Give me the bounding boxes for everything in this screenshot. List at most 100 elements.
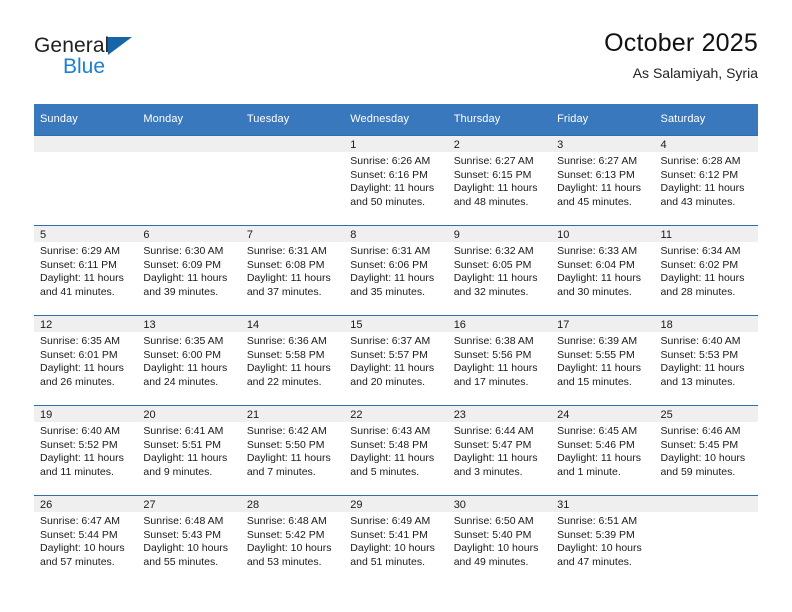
day-detail-daylight1: Daylight: 11 hours xyxy=(453,452,538,465)
calendar-day-cell: 17 Sunrise: 6:39 AM Sunset: 5:55 PM Dayligh… xyxy=(551,315,655,406)
day-details: Sunrise: 6:31 AM Sunset: 6:06 PM Daylight:… xyxy=(344,242,447,299)
day-cell[interactable]: 18 Sunrise: 6:40 AM Sunset: 5:53 PM Dayligh… xyxy=(654,316,758,405)
day-detail-daylight1: Daylight: 11 hours xyxy=(350,182,435,195)
day-detail-sunrise: Sunrise: 6:48 AM xyxy=(246,515,327,527)
day-detail-daylight1: Daylight: 11 hours xyxy=(557,452,641,465)
day-details: Sunrise: 6:51 AM Sunset: 5:39 PM Daylight:… xyxy=(551,512,654,569)
day-detail-sunset: Sunset: 6:11 PM xyxy=(40,258,117,271)
day-cell[interactable]: 14 Sunrise: 6:36 AM Sunset: 5:58 PM Dayligh… xyxy=(240,316,345,405)
day-cell[interactable]: 27 Sunrise: 6:48 AM Sunset: 5:43 PM Dayligh… xyxy=(137,496,241,585)
day-cell[interactable]: 1 Sunrise: 6:26 AM Sunset: 6:16 PM Daylight… xyxy=(344,136,448,225)
day-detail-sunset: Sunset: 5:52 PM xyxy=(40,438,118,451)
day-detail-sunrise: Sunrise: 6:46 AM xyxy=(660,425,741,437)
day-detail-daylight1: Daylight: 10 hours xyxy=(40,542,125,555)
calendar-day-cell: 8 Sunrise: 6:31 AM Sunset: 6:06 PM Daylight… xyxy=(344,225,448,316)
day-cell[interactable]: 6 Sunrise: 6:30 AM Sunset: 6:09 PM Daylight… xyxy=(137,226,241,315)
day-cell[interactable]: 11 Sunrise: 6:34 AM Sunset: 6:02 PM Dayligh… xyxy=(654,226,758,315)
calendar-day-cell: 6 Sunrise: 6:30 AM Sunset: 6:09 PM Daylight… xyxy=(137,225,241,316)
day-cell[interactable]: 5 Sunrise: 6:29 AM Sunset: 6:11 PM Daylight… xyxy=(34,226,138,315)
day-number: 10 xyxy=(551,226,655,242)
day-detail-daylight1: Daylight: 11 hours xyxy=(143,362,228,375)
day-detail-sunrise: Sunrise: 6:37 AM xyxy=(350,335,431,347)
calendar-day-cell: 30 Sunrise: 6:50 AM Sunset: 5:40 PM Dayligh… xyxy=(447,495,552,585)
calendar-week-row: 26 Sunrise: 6:47 AM Sunset: 5:44 PM Dayligh… xyxy=(34,495,758,585)
day-detail-daylight2: and 7 minutes. xyxy=(246,465,316,478)
day-cell[interactable]: 31 Sunrise: 6:51 AM Sunset: 5:39 PM Dayligh… xyxy=(551,496,655,585)
day-details: Sunrise: 6:29 AM Sunset: 6:11 PM Daylight:… xyxy=(34,242,137,299)
calendar-day-cell xyxy=(137,135,241,226)
calendar-day-cell: 12 Sunrise: 6:35 AM Sunset: 6:01 PM Dayligh… xyxy=(34,315,138,406)
day-detail-sunset: Sunset: 6:05 PM xyxy=(453,258,532,271)
day-cell[interactable]: 30 Sunrise: 6:50 AM Sunset: 5:40 PM Dayligh… xyxy=(447,496,552,585)
day-detail-daylight1: Daylight: 11 hours xyxy=(40,272,124,285)
day-cell[interactable]: 3 Sunrise: 6:27 AM Sunset: 6:13 PM Daylight… xyxy=(551,136,655,225)
day-number: 3 xyxy=(551,136,655,152)
day-number: 14 xyxy=(240,316,345,332)
day-detail-sunset: Sunset: 5:51 PM xyxy=(143,438,222,451)
day-number: 1 xyxy=(344,136,448,152)
day-cell[interactable]: 24 Sunrise: 6:45 AM Sunset: 5:46 PM Dayligh… xyxy=(551,406,655,495)
day-number: 20 xyxy=(137,406,241,422)
day-detail-sunrise: Sunrise: 6:40 AM xyxy=(40,425,120,437)
day-detail-sunrise: Sunrise: 6:36 AM xyxy=(246,335,327,347)
day-number: 17 xyxy=(551,316,655,332)
day-cell[interactable]: 12 Sunrise: 6:35 AM Sunset: 6:01 PM Dayligh… xyxy=(34,316,138,405)
day-detail-daylight1: Daylight: 11 hours xyxy=(660,272,745,285)
day-cell[interactable]: 23 Sunrise: 6:44 AM Sunset: 5:47 PM Dayligh… xyxy=(447,406,552,495)
day-cell[interactable]: 17 Sunrise: 6:39 AM Sunset: 5:55 PM Dayligh… xyxy=(551,316,655,405)
day-detail-sunset: Sunset: 5:56 PM xyxy=(453,348,532,361)
day-cell[interactable]: 4 Sunrise: 6:28 AM Sunset: 6:12 PM Daylight… xyxy=(654,136,758,225)
day-number: 15 xyxy=(344,316,448,332)
weekday-header-tuesday: Tuesday xyxy=(240,104,345,136)
day-cell[interactable]: 28 Sunrise: 6:48 AM Sunset: 5:42 PM Dayligh… xyxy=(240,496,345,585)
day-detail-sunset: Sunset: 6:04 PM xyxy=(557,258,635,271)
day-detail-daylight2: and 30 minutes. xyxy=(557,285,632,298)
day-cell[interactable]: 21 Sunrise: 6:42 AM Sunset: 5:50 PM Dayligh… xyxy=(240,406,345,495)
day-cell[interactable]: 29 Sunrise: 6:49 AM Sunset: 5:41 PM Dayligh… xyxy=(344,496,448,585)
day-cell[interactable]: 9 Sunrise: 6:32 AM Sunset: 6:05 PM Daylight… xyxy=(447,226,552,315)
day-detail-sunset: Sunset: 6:15 PM xyxy=(453,168,532,181)
day-number: 23 xyxy=(447,406,552,422)
day-cell[interactable]: 15 Sunrise: 6:37 AM Sunset: 5:57 PM Dayligh… xyxy=(344,316,448,405)
day-details: Sunrise: 6:27 AM Sunset: 6:13 PM Daylight:… xyxy=(551,152,654,209)
day-cell[interactable]: 20 Sunrise: 6:41 AM Sunset: 5:51 PM Dayligh… xyxy=(137,406,241,495)
weekday-header-friday: Friday xyxy=(551,104,655,136)
calendar-day-cell: 4 Sunrise: 6:28 AM Sunset: 6:12 PM Daylight… xyxy=(654,135,758,226)
day-detail-sunset: Sunset: 6:02 PM xyxy=(660,258,739,271)
day-cell[interactable]: 16 Sunrise: 6:38 AM Sunset: 5:56 PM Dayligh… xyxy=(447,316,552,405)
day-detail-sunset: Sunset: 5:48 PM xyxy=(350,438,428,451)
day-cell[interactable]: 10 Sunrise: 6:33 AM Sunset: 6:04 PM Dayligh… xyxy=(551,226,655,315)
day-details: Sunrise: 6:36 AM Sunset: 5:58 PM Daylight:… xyxy=(241,332,344,389)
day-details: Sunrise: 6:39 AM Sunset: 5:55 PM Daylight:… xyxy=(551,332,654,389)
day-cell[interactable]: 25 Sunrise: 6:46 AM Sunset: 5:45 PM Dayligh… xyxy=(654,406,758,495)
generalblue-logo[interactable]: General Blue xyxy=(34,34,204,94)
day-cell[interactable]: 13 Sunrise: 6:35 AM Sunset: 6:00 PM Dayligh… xyxy=(137,316,241,405)
day-cell[interactable]: 2 Sunrise: 6:27 AM Sunset: 6:15 PM Daylight… xyxy=(447,136,552,225)
calendar-day-cell xyxy=(34,135,138,226)
day-detail-sunset: Sunset: 5:43 PM xyxy=(143,528,222,541)
day-detail-daylight2: and 45 minutes. xyxy=(557,195,632,208)
day-cell[interactable]: 7 Sunrise: 6:31 AM Sunset: 6:08 PM Daylight… xyxy=(240,226,345,315)
day-number: 13 xyxy=(137,316,241,332)
day-detail-daylight1: Daylight: 11 hours xyxy=(453,362,538,375)
day-detail-sunrise: Sunrise: 6:35 AM xyxy=(40,335,120,347)
day-detail-daylight1: Daylight: 11 hours xyxy=(143,452,228,465)
day-number: 5 xyxy=(34,226,138,242)
day-detail-daylight2: and 5 minutes. xyxy=(350,465,420,478)
calendar-page: General Blue October 2025 As Salamiyah, … xyxy=(0,0,792,612)
day-cell[interactable]: 26 Sunrise: 6:47 AM Sunset: 5:44 PM Dayligh… xyxy=(34,496,138,585)
day-details: Sunrise: 6:50 AM Sunset: 5:40 PM Daylight:… xyxy=(448,512,551,569)
day-cell[interactable]: 19 Sunrise: 6:40 AM Sunset: 5:52 PM Dayligh… xyxy=(34,406,138,495)
day-cell[interactable]: 8 Sunrise: 6:31 AM Sunset: 6:06 PM Daylight… xyxy=(344,226,448,315)
calendar-week-row: 1 Sunrise: 6:26 AM Sunset: 6:16 PM Daylight… xyxy=(34,135,758,226)
day-number: 6 xyxy=(137,226,241,242)
day-detail-sunset: Sunset: 5:55 PM xyxy=(557,348,635,361)
calendar-day-cell: 3 Sunrise: 6:27 AM Sunset: 6:13 PM Daylight… xyxy=(551,135,655,226)
day-detail-sunrise: Sunrise: 6:30 AM xyxy=(143,245,224,257)
day-detail-daylight1: Daylight: 11 hours xyxy=(350,272,435,285)
day-detail-daylight1: Daylight: 11 hours xyxy=(246,272,331,285)
day-number: 29 xyxy=(344,496,448,512)
calendar-day-cell: 23 Sunrise: 6:44 AM Sunset: 5:47 PM Dayligh… xyxy=(447,405,552,496)
day-cell[interactable]: 22 Sunrise: 6:43 AM Sunset: 5:48 PM Dayligh… xyxy=(344,406,448,495)
day-detail-daylight1: Daylight: 11 hours xyxy=(246,362,331,375)
